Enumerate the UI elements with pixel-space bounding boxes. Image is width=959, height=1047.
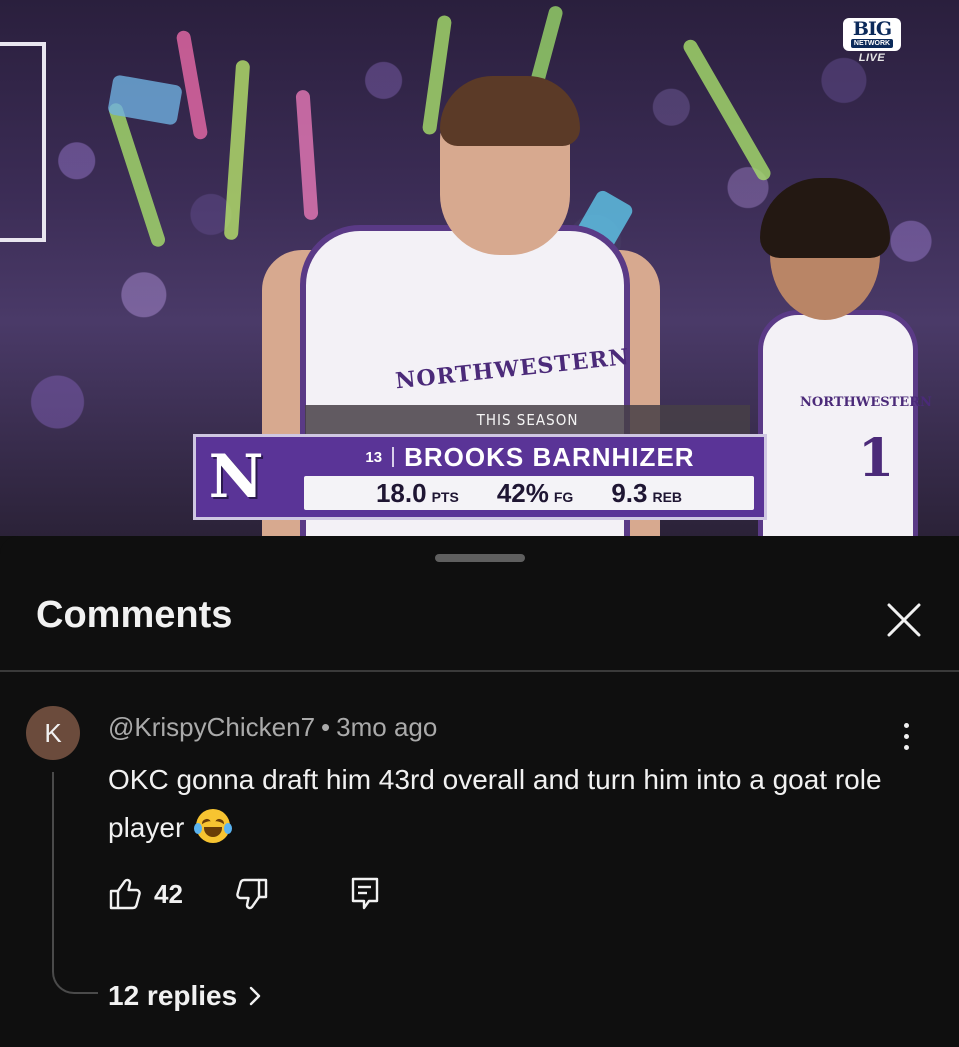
comment-author[interactable]: @KrispyChicken7 [108,712,315,742]
close-icon [887,603,921,637]
player-hair [440,76,580,146]
stat-field-goal: 42% FG [497,478,574,509]
stat-unit: PTS [431,488,459,505]
stat-points: 18.0 PTS [376,478,459,509]
player-name-row: 13 BROOKS BARNHIZER [306,441,754,473]
season-label: THIS SEASON [305,405,750,434]
video-player[interactable]: NORTHWESTERN NORTHWESTERN 1 BIG NETWORK … [0,0,959,536]
dislike-button[interactable] [235,877,269,911]
reply-thread-line [52,772,98,994]
emoji-tear [194,823,203,834]
reply-button[interactable] [349,876,381,912]
view-replies-button[interactable]: 12 replies [108,980,263,1012]
comment-meta: @KrispyChicken7 • 3mo ago [108,712,437,743]
reply-comment-icon [351,877,379,910]
jersey-lettering: NORTHWESTERN [800,395,932,410]
comment-actions: 42 [108,874,381,914]
comments-title: Comments [36,594,233,636]
emoji-tear [224,823,233,834]
stat-unit: REB [652,488,683,505]
joy-emoji-icon [194,809,233,843]
like-count: 42 [154,878,183,909]
thumbs-up-icon [109,878,141,910]
basketball-backboard [0,42,46,242]
stat-value: 18.0 [375,477,427,508]
network-logo-subtext: NETWORK [850,39,894,48]
comment-time: 3mo ago [336,712,438,742]
more-options-button[interactable] [888,716,924,756]
thumbs-down-icon [236,878,268,910]
like-button[interactable]: 42 [108,877,183,911]
meta-separator: • [321,712,331,742]
live-label: LIVE [858,52,886,64]
stat-rebounds: 9.3 REB [611,478,682,509]
team-logo: N [208,442,264,512]
chevron-right-icon [250,986,261,1006]
stat-unit: FG [553,488,574,505]
player-number: 13 [365,448,383,466]
drag-handle[interactable] [435,554,525,562]
avatar[interactable]: K [26,706,80,760]
network-logo-text: BIG [852,18,892,40]
close-button[interactable] [880,596,928,644]
player-jersey [758,310,918,536]
player-stat-graphic: N 13 BROOKS BARNHIZER 18.0 PTS 42% FG 9.… [193,434,767,520]
replies-label: 12 replies [108,980,238,1011]
stat-value: 9.3 [611,477,648,508]
more-dot [903,733,909,739]
divider [392,447,395,467]
emoji-mouth [204,827,223,837]
more-dot [903,722,909,728]
player-name: BROOKS BARNHIZER [404,441,695,472]
stat-values: 18.0 PTS 42% FG 9.3 REB [304,476,754,510]
network-logo: BIG NETWORK LIVE [843,18,901,64]
more-dot [903,744,909,750]
comment-body: OKC gonna draft him 43rd overall and tur… [108,756,898,852]
jersey-number: 1 [858,428,895,489]
header-divider [0,670,959,672]
comments-panel: Comments K @KrispyChicken7 • 3mo ago OKC g… [0,536,959,1047]
stat-value: 42% [496,477,549,508]
